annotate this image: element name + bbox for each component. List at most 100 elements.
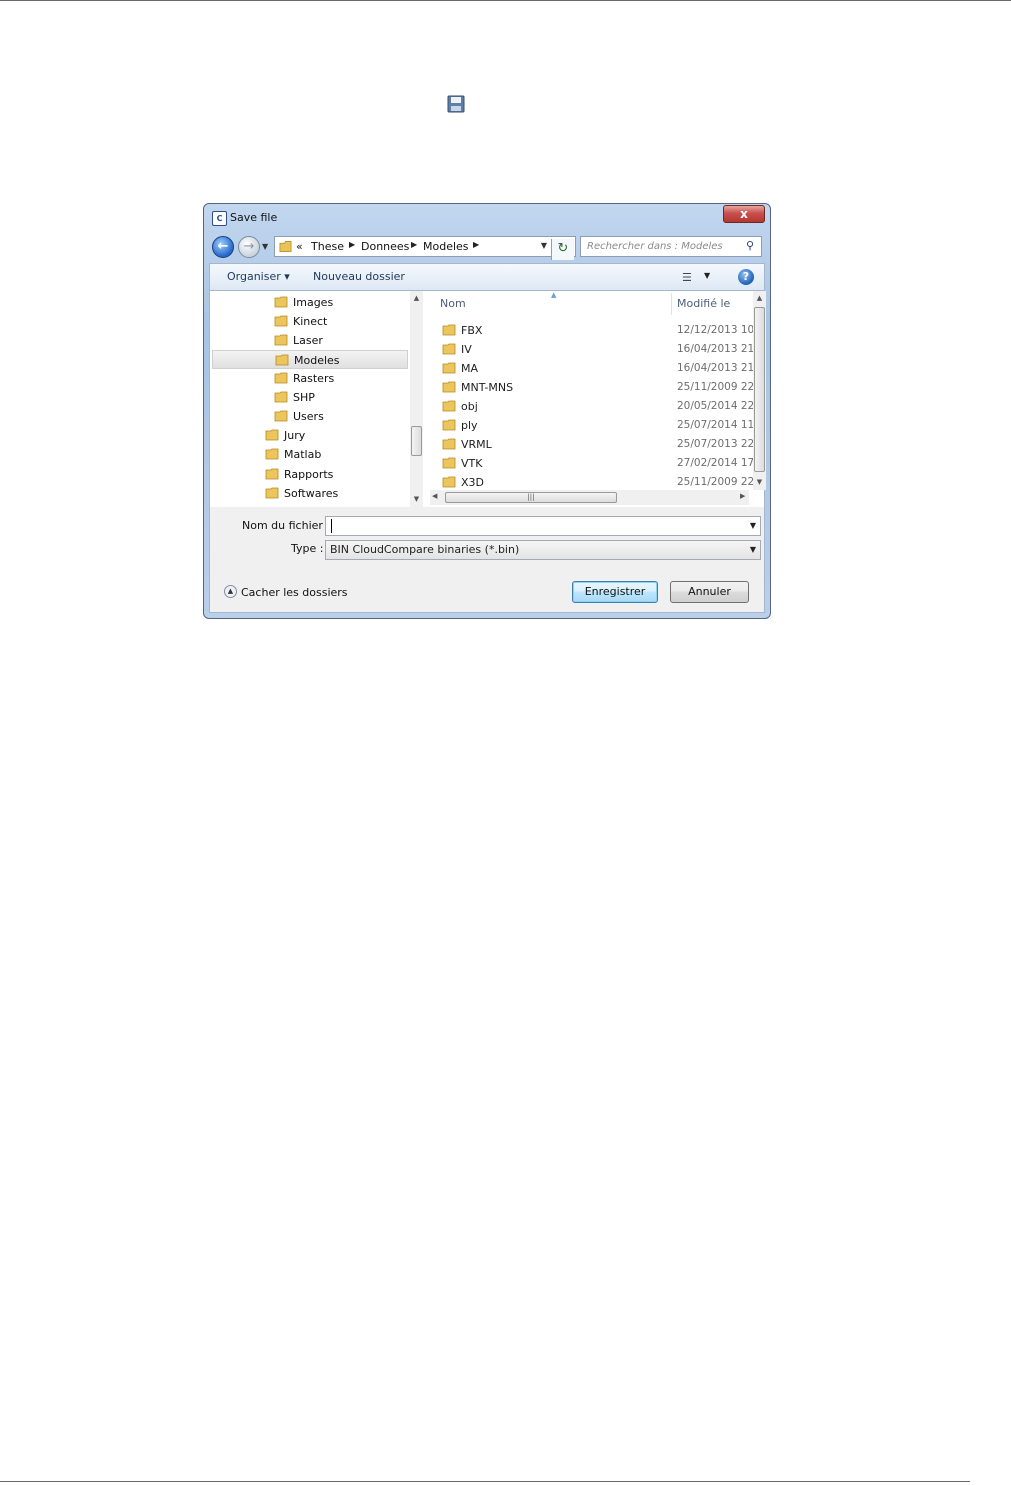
nav-item-laser[interactable]: Laser	[274, 331, 323, 350]
file-name: VRML	[461, 438, 492, 451]
file-list-scroll-thumb[interactable]	[754, 307, 765, 472]
breadcrumb-overflow[interactable]: «	[296, 240, 303, 253]
hide-folders-toggle[interactable]: Cacher les dossiers	[241, 586, 348, 599]
organize-button[interactable]: Organiser ▾	[227, 270, 290, 283]
folder-icon	[442, 381, 456, 393]
scroll-down-icon[interactable]: ▼	[410, 493, 423, 506]
folder-icon	[442, 400, 456, 412]
folder-icon	[274, 410, 288, 422]
folder-icon	[275, 354, 289, 366]
file-row[interactable]: MNT-MNS	[442, 378, 513, 397]
file-row[interactable]: FBX	[442, 321, 482, 340]
filename-label: Nom du fichier :	[242, 519, 331, 532]
column-divider[interactable]	[671, 293, 672, 315]
close-button[interactable]: x	[723, 205, 765, 223]
file-row[interactable]: VRML	[442, 435, 492, 454]
nav-item-images[interactable]: Images	[274, 293, 333, 312]
breadcrumb-modeles[interactable]: Modeles	[423, 240, 469, 253]
file-modified: 20/05/2014 22:	[677, 400, 758, 412]
file-type-select[interactable]: BIN CloudCompare binaries (*.bin) ▼	[325, 540, 761, 560]
breadcrumb-separator-icon[interactable]: ▶	[411, 240, 417, 249]
scroll-right-icon[interactable]: ▶	[740, 492, 745, 500]
nav-item-modeles[interactable]: Modeles	[212, 350, 408, 369]
folder-icon	[279, 241, 292, 252]
collapse-up-icon[interactable]: ▲	[224, 585, 237, 598]
scroll-up-icon[interactable]: ▲	[753, 292, 766, 305]
browser-content: Images Kinect Laser Modeles Rasters SHP …	[209, 291, 766, 507]
folder-icon	[442, 362, 456, 374]
file-name: MNT-MNS	[461, 381, 514, 394]
navigation-scroll-thumb[interactable]	[411, 426, 422, 456]
folder-icon	[265, 448, 279, 460]
folder-icon	[265, 468, 279, 480]
navigation-pane: Images Kinect Laser Modeles Rasters SHP …	[210, 291, 424, 507]
save-button[interactable]: Enregistrer	[572, 581, 658, 603]
back-button[interactable]: ←	[212, 236, 234, 258]
cancel-button[interactable]: Annuler	[670, 581, 749, 603]
sort-indicator-icon: ▲	[551, 291, 557, 299]
nav-item-shp[interactable]: SHP	[274, 388, 315, 407]
folder-icon	[442, 324, 456, 336]
file-modified: 12/12/2013 10:	[677, 324, 758, 336]
nav-item-label: Rasters	[293, 372, 335, 385]
recent-locations-dropdown-icon[interactable]: ▼	[262, 242, 268, 251]
breadcrumb-these[interactable]: These	[311, 240, 344, 253]
folder-icon	[442, 343, 456, 355]
type-label: Type :	[291, 542, 324, 555]
save-file-dialog: C Save file x ← → ▼ « These ▶ Donnees ▶ …	[203, 203, 771, 619]
breadcrumb-donnees[interactable]: Donnees	[361, 240, 409, 253]
breadcrumb-separator-icon[interactable]: ▶	[349, 240, 355, 249]
breadcrumb-separator-icon[interactable]: ▶	[473, 240, 479, 249]
nav-item-kinect[interactable]: Kinect	[274, 312, 327, 331]
folder-icon	[274, 334, 288, 346]
file-list-pane: Nom ▲ Modifié le FBX 12/12/2013 10: IV 1…	[428, 291, 766, 507]
horizontal-scroll-thumb[interactable]: |||	[445, 492, 617, 503]
search-input[interactable]: Rechercher dans : Modeles	[580, 236, 762, 257]
help-icon[interactable]: ?	[738, 269, 754, 285]
views-dropdown-icon[interactable]: ▼	[704, 271, 710, 280]
address-bar[interactable]: « These ▶ Donnees ▶ Modeles ▶ ▼ ↻	[274, 236, 576, 260]
file-modified: 16/04/2013 21:	[677, 343, 758, 355]
forward-button[interactable]: →	[238, 236, 260, 258]
nav-item-rasters[interactable]: Rasters	[274, 369, 334, 388]
address-dropdown-icon[interactable]: ▼	[541, 241, 547, 250]
nav-item-label: SHP	[293, 391, 315, 404]
save-options-panel: Nom du fichier : ▼ Type : BIN CloudCompa…	[209, 507, 765, 613]
folder-icon	[265, 429, 279, 441]
scroll-down-icon[interactable]: ▼	[753, 476, 766, 489]
file-row[interactable]: MA	[442, 359, 478, 378]
filename-dropdown-icon[interactable]: ▼	[750, 517, 756, 535]
file-row[interactable]: VTK	[442, 454, 482, 473]
new-folder-button[interactable]: Nouveau dossier	[313, 270, 405, 283]
refresh-button[interactable]: ↻	[551, 239, 574, 260]
column-header-name[interactable]: Nom	[440, 297, 466, 310]
scroll-up-icon[interactable]: ▲	[410, 292, 423, 305]
navigation-scrollbar[interactable]: ▲ ▼	[410, 291, 423, 507]
file-name: ply	[461, 419, 478, 432]
column-header-modified[interactable]: Modifié le	[677, 297, 730, 310]
folder-icon	[274, 296, 288, 308]
scroll-left-icon[interactable]: ◀	[432, 492, 437, 500]
file-row[interactable]: ply	[442, 416, 478, 435]
file-list-scrollbar[interactable]: ▲ ▼	[753, 291, 766, 490]
file-row[interactable]: obj	[442, 397, 478, 416]
filename-input[interactable]: ▼	[325, 516, 761, 536]
dialog-title: Save file	[230, 211, 278, 224]
nav-item-label: Softwares	[284, 487, 339, 500]
file-modified: 25/07/2013 22:	[677, 438, 758, 450]
folder-icon	[274, 315, 288, 327]
page-top-rule	[0, 0, 1011, 1]
file-row[interactable]: IV	[442, 340, 472, 359]
nav-item-softwares[interactable]: Softwares	[265, 484, 338, 503]
nav-item-rapports[interactable]: Rapports	[265, 465, 333, 484]
nav-item-jury[interactable]: Jury	[265, 426, 305, 445]
file-type-dropdown-icon[interactable]: ▼	[750, 541, 756, 559]
nav-item-users[interactable]: Users	[274, 407, 324, 426]
folder-icon	[265, 487, 279, 499]
file-type-value: BIN CloudCompare binaries (*.bin)	[330, 543, 520, 556]
horizontal-scrollbar[interactable]: ◀ ||| ▶	[430, 490, 749, 505]
nav-item-matlab[interactable]: Matlab	[265, 445, 321, 464]
search-icon[interactable]: ⚲	[746, 239, 765, 252]
folder-icon	[274, 372, 288, 384]
view-list-icon[interactable]: ☰	[682, 271, 696, 284]
